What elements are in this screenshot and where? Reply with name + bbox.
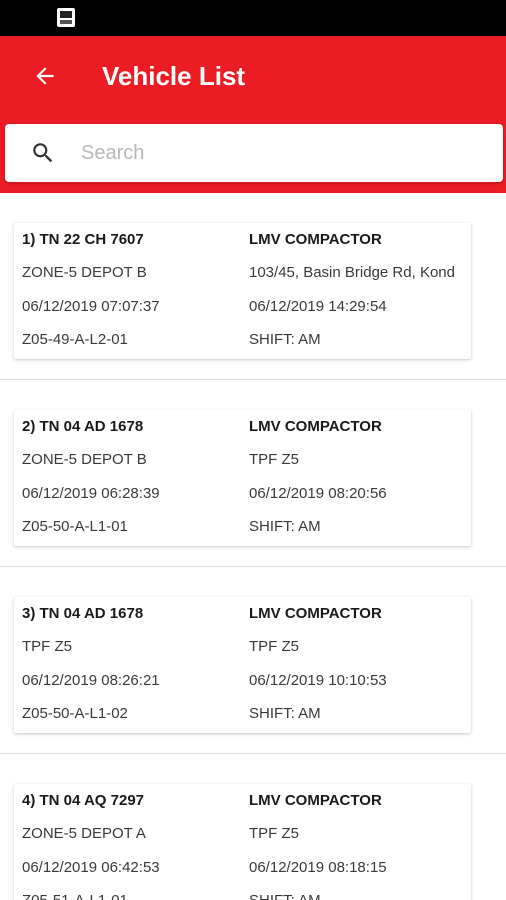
vehicle-end-time: 06/12/2019 08:18:15 [249, 859, 387, 876]
vehicle-card[interactable]: 3) TN 04 AD 1678 LMV COMPACTOR TPF Z5 TP… [14, 597, 471, 733]
list-item: 1) TN 22 CH 7607 LMV COMPACTOR ZONE-5 DE… [0, 193, 506, 380]
vehicle-type: LMV COMPACTOR [249, 605, 382, 622]
vehicle-title: 4) TN 04 AQ 7297 [22, 792, 144, 809]
vehicle-start-time: 06/12/2019 06:28:39 [22, 485, 160, 502]
vehicle-type: LMV COMPACTOR [249, 231, 382, 248]
vehicle-start-time: 06/12/2019 06:42:53 [22, 859, 160, 876]
vehicle-from: ZONE-5 DEPOT B [22, 264, 147, 281]
search-bar[interactable] [5, 124, 503, 182]
vehicle-card[interactable]: 2) TN 04 AD 1678 LMV COMPACTOR ZONE-5 DE… [14, 410, 471, 546]
vehicle-end-time: 06/12/2019 14:29:54 [249, 298, 387, 315]
vehicle-from: TPF Z5 [22, 638, 73, 655]
vehicle-route: Z05-51-A-L1-01 [22, 891, 128, 900]
list-item: 4) TN 04 AQ 7297 LMV COMPACTOR ZONE-5 DE… [0, 754, 506, 900]
vehicle-route: Z05-49-A-L2-01 [22, 331, 128, 348]
notification-icon [57, 8, 75, 27]
page-title: Vehicle List [102, 61, 246, 91]
vehicle-shift: SHIFT: AM [249, 891, 321, 900]
vehicle-end-time: 06/12/2019 08:20:56 [249, 485, 387, 502]
search-icon[interactable] [30, 140, 56, 166]
app-bar: Vehicle List [0, 36, 506, 193]
vehicle-route: Z05-50-A-L1-01 [22, 518, 128, 535]
status-bar [0, 0, 506, 36]
vehicle-from: ZONE-5 DEPOT B [22, 451, 147, 468]
vehicle-location: 103/45, Basin Bridge Rd, Kond [249, 264, 455, 281]
vehicle-location: TPF Z5 [249, 638, 300, 655]
vehicle-title: 3) TN 04 AD 1678 [22, 605, 144, 622]
vehicle-start-time: 06/12/2019 07:07:37 [22, 298, 160, 315]
vehicle-type: LMV COMPACTOR [249, 418, 382, 435]
arrow-left-icon [36, 67, 54, 85]
vehicle-card[interactable]: 1) TN 22 CH 7607 LMV COMPACTOR ZONE-5 DE… [14, 223, 471, 359]
back-button[interactable] [22, 58, 68, 94]
vehicle-card[interactable]: 4) TN 04 AQ 7297 LMV COMPACTOR ZONE-5 DE… [14, 784, 471, 900]
vehicle-location: TPF Z5 [249, 825, 300, 842]
vehicle-start-time: 06/12/2019 08:26:21 [22, 672, 160, 689]
vehicle-route: Z05-50-A-L1-02 [22, 705, 128, 722]
vehicle-end-time: 06/12/2019 10:10:53 [249, 672, 387, 689]
vehicle-shift: SHIFT: AM [249, 705, 321, 722]
list-item: 3) TN 04 AD 1678 LMV COMPACTOR TPF Z5 TP… [0, 567, 506, 754]
vehicle-title: 2) TN 04 AD 1678 [22, 418, 144, 435]
search-input[interactable] [81, 133, 481, 173]
list-item: 2) TN 04 AD 1678 LMV COMPACTOR ZONE-5 DE… [0, 380, 506, 567]
vehicle-title: 1) TN 22 CH 7607 [22, 231, 144, 248]
vehicle-type: LMV COMPACTOR [249, 792, 382, 809]
vehicle-list: 1) TN 22 CH 7607 LMV COMPACTOR ZONE-5 DE… [0, 193, 506, 900]
vehicle-location: TPF Z5 [249, 451, 300, 468]
vehicle-shift: SHIFT: AM [249, 518, 321, 535]
vehicle-shift: SHIFT: AM [249, 331, 321, 348]
vehicle-from: ZONE-5 DEPOT A [22, 825, 146, 842]
